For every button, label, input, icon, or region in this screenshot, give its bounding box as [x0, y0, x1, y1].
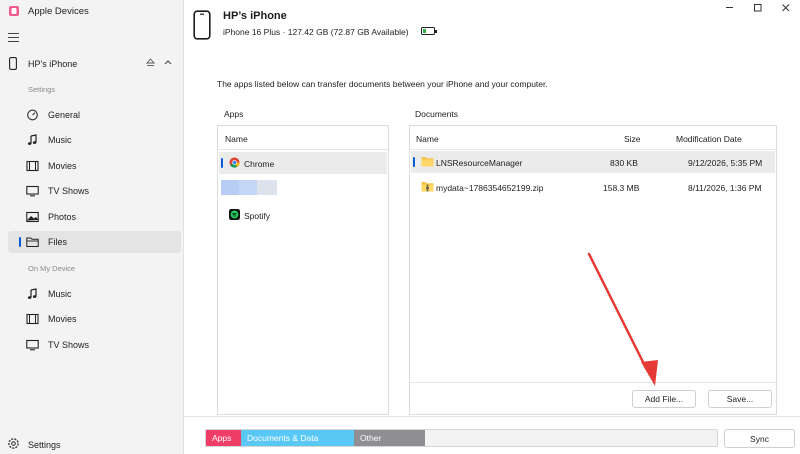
doc-date-column[interactable]: Modification Date: [676, 134, 742, 144]
sidebar-item-general[interactable]: General: [8, 104, 181, 126]
save-button[interactable]: Save...: [708, 390, 772, 408]
app-row-placeholder[interactable]: [221, 180, 277, 195]
sidebar-item-label: TV Shows: [48, 186, 90, 196]
add-file-button[interactable]: Add File...: [632, 390, 696, 408]
close-button[interactable]: [772, 0, 800, 16]
sidebar-item-movies[interactable]: Movies: [8, 155, 181, 177]
document-size: 158.3 MB: [603, 183, 640, 193]
music-icon: [27, 134, 37, 145]
app-title: Apple Devices: [28, 6, 89, 17]
sidebar-item-label: General: [48, 110, 81, 120]
sidebar-item-device-music[interactable]: Music: [8, 283, 181, 305]
battery-level: [423, 29, 426, 33]
sidebar-item-label: Movies: [48, 161, 77, 171]
document-date: 8/11/2026, 1:36 PM: [688, 183, 762, 193]
sidebar-item-label: Movies: [48, 314, 77, 324]
film-icon: [26, 160, 39, 172]
minimize-icon: [726, 7, 733, 8]
tv-icon: [26, 185, 39, 197]
sidebar-item-files[interactable]: Files: [8, 231, 181, 253]
photo-icon: [26, 211, 39, 223]
phone-icon: [9, 57, 17, 70]
sidebar: Apple Devices HP's iPhone Settings Gener…: [0, 0, 184, 454]
apps-column-header: Name: [218, 126, 388, 150]
sidebar-item-label: Music: [48, 289, 72, 299]
maximize-icon: [754, 4, 762, 12]
chrome-icon: [229, 157, 240, 168]
sidebar-item-device-movies[interactable]: Movies: [8, 308, 181, 330]
tv-icon: [26, 339, 39, 351]
storage-bar: Apps Documents & Data Other: [205, 429, 718, 447]
device-name: HP’s iPhone: [223, 10, 287, 22]
sidebar-device-row[interactable]: HP's iPhone: [0, 54, 184, 74]
document-date: 9/12/2026, 5:35 PM: [688, 158, 763, 168]
maximize-button[interactable]: [744, 0, 772, 16]
sidebar-item-label: Music: [48, 135, 72, 145]
document-row-mydata-zip[interactable]: mydata~1786354652199.zip 158.3 MB 8/11/2…: [411, 176, 775, 198]
storage-segment-other: Other: [354, 430, 425, 446]
apps-list: Name Chrome Spotify: [217, 125, 389, 415]
spotify-icon: [229, 209, 240, 220]
settings-section-label: Settings: [28, 85, 56, 94]
title-bar: Apple Devices: [0, 0, 184, 24]
active-indicator: [19, 237, 21, 247]
chevron-up-icon[interactable]: [164, 59, 172, 65]
app-row-chrome[interactable]: Chrome: [219, 152, 387, 174]
sidebar-item-photos[interactable]: Photos: [8, 206, 181, 228]
eject-icon[interactable]: [146, 58, 155, 67]
app-row-spotify[interactable]: Spotify: [219, 204, 387, 226]
close-icon: [782, 4, 790, 12]
sidebar-settings-button[interactable]: Settings: [0, 434, 184, 454]
document-name: mydata~1786354652199.zip: [436, 183, 544, 193]
apple-devices-app-icon: [9, 6, 19, 16]
music-icon: [27, 288, 37, 299]
storage-segment-documents: Documents & Data: [241, 430, 354, 446]
settings-label: Settings: [28, 440, 61, 450]
document-name: LNSResourceManager: [436, 158, 523, 168]
storage-footer: Apps Documents & Data Other Sync: [184, 416, 800, 454]
annotation-arrow: [587, 252, 658, 386]
sidebar-item-device-tv-shows[interactable]: TV Shows: [8, 334, 181, 356]
intro-text: The apps listed below can transfer docum…: [217, 79, 548, 89]
window-controls: [716, 0, 800, 16]
storage-segment-apps: Apps: [206, 430, 241, 446]
general-icon: [27, 109, 38, 121]
sidebar-item-label: Files: [48, 237, 68, 247]
on-my-device-section-label: On My Device: [28, 264, 76, 273]
gear-icon: [8, 438, 19, 449]
apps-name-column[interactable]: Name: [225, 134, 248, 144]
folder-icon: [26, 237, 39, 247]
sidebar-item-music[interactable]: Music: [8, 129, 181, 151]
minimize-button[interactable]: [716, 0, 744, 16]
device-info: iPhone 16 Plus · 127.42 GB (72.87 GB Ava…: [223, 27, 409, 37]
folder-icon: [421, 157, 434, 167]
document-row-lnsresourcemanager[interactable]: LNSResourceManager 830 KB 9/12/2026, 5:3…: [411, 151, 775, 173]
storage-segment-free: [425, 430, 717, 446]
app-name: Chrome: [244, 159, 275, 169]
doc-size-column[interactable]: Size: [624, 134, 641, 144]
device-phone-icon: [193, 10, 211, 40]
menu-toggle-icon[interactable]: [8, 32, 20, 42]
documents-title: Documents: [415, 109, 458, 119]
film-icon: [26, 313, 39, 325]
sidebar-device-name: HP's iPhone: [28, 59, 78, 69]
battery-icon: [421, 27, 437, 35]
documents-column-header: Name Size Modification Date: [410, 126, 776, 150]
apps-title: Apps: [224, 109, 244, 119]
sidebar-item-label: Photos: [48, 212, 77, 222]
document-size: 830 KB: [610, 158, 638, 168]
app-name: Spotify: [244, 211, 270, 221]
sidebar-item-tv-shows[interactable]: TV Shows: [8, 180, 181, 202]
zip-folder-icon: [421, 182, 434, 192]
selection-indicator: [221, 158, 223, 168]
doc-name-column[interactable]: Name: [416, 134, 439, 144]
sidebar-item-label: TV Shows: [48, 340, 90, 350]
sync-button[interactable]: Sync: [724, 429, 795, 448]
selection-indicator: [413, 157, 415, 167]
